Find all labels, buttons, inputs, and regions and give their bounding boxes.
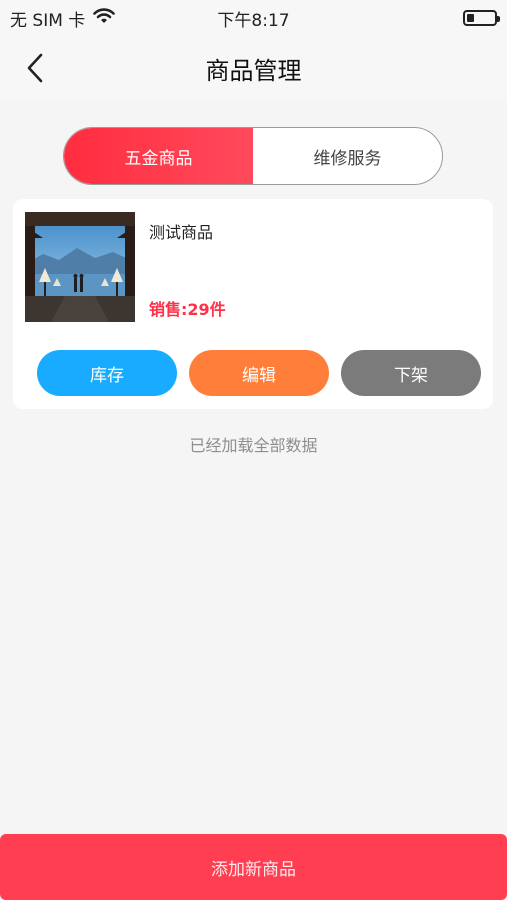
product-thumbnail[interactable] [25, 212, 135, 322]
edit-button[interactable]: 编辑 [189, 350, 329, 396]
battery-level [467, 14, 474, 22]
chevron-left-icon [27, 53, 43, 83]
tab-repair-services[interactable]: 维修服务 [253, 128, 442, 184]
all-data-loaded-text: 已经加载全部数据 [189, 436, 318, 455]
status-left: 无 SIM 卡 [10, 6, 116, 31]
carrier-label: 无 SIM 卡 [10, 10, 86, 31]
page-title: 商品管理 [205, 56, 302, 85]
battery-icon [463, 10, 500, 26]
status-bar: 无 SIM 卡 下午8:17 [0, 0, 507, 36]
tab-hardware-products[interactable]: 五金商品 [64, 128, 253, 184]
back-button[interactable] [20, 52, 50, 84]
nav-bar: 商品管理 [0, 36, 507, 100]
product-card: 测试商品 销售:29件 库存 编辑 下架 [13, 199, 493, 409]
category-tabs: 五金商品 维修服务 [63, 127, 443, 185]
product-name: 测试商品 [149, 223, 214, 242]
product-sales: 销售:29件 [149, 300, 226, 319]
off-shelf-button[interactable]: 下架 [341, 350, 481, 396]
stock-button[interactable]: 库存 [37, 350, 177, 396]
add-product-button[interactable]: 添加新商品 [0, 834, 507, 900]
wifi-icon [93, 7, 116, 29]
